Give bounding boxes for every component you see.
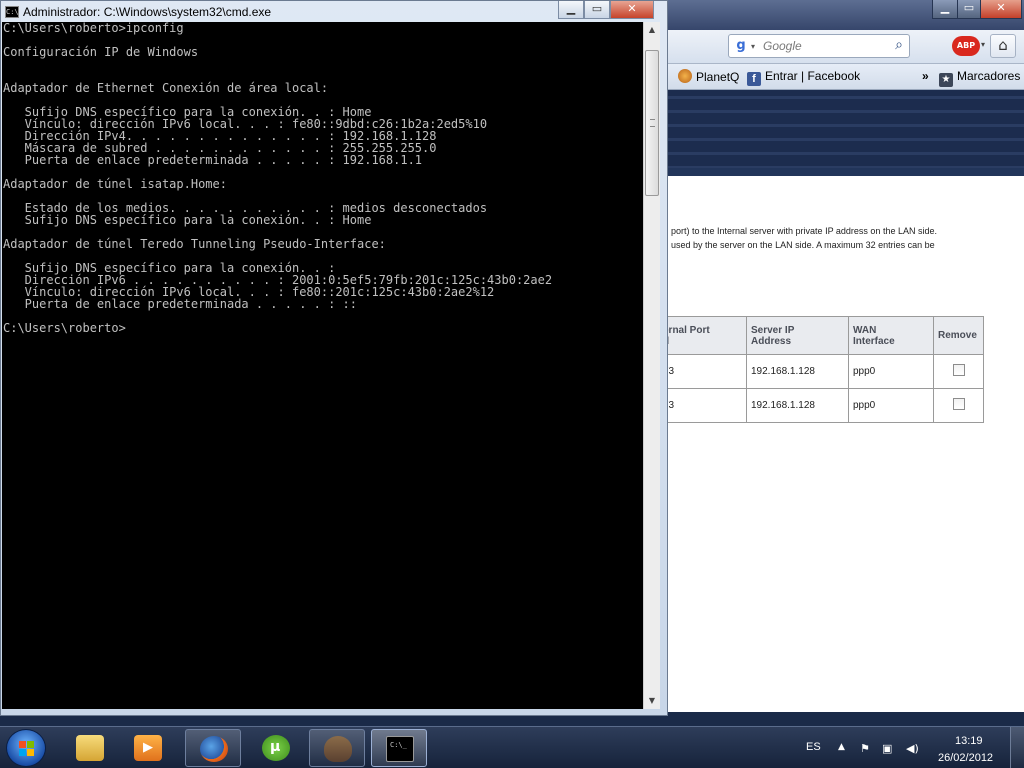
console-line: Adaptador de túnel isatap.Home:	[3, 177, 227, 191]
column-header-internal-port: ernal Portd	[658, 316, 747, 355]
volume-icon[interactable]: ◀)	[906, 742, 919, 755]
clock-date[interactable]: 26/02/2012	[938, 752, 993, 764]
console-line: Puerta de enlace predeterminada . . . . …	[3, 297, 358, 311]
taskbar-item-utorrent[interactable]: µ	[248, 729, 304, 767]
home-button[interactable]: ⌂	[990, 34, 1016, 58]
console-line: Puerta de enlace predeterminada . . . . …	[3, 153, 423, 167]
cell-server-ip: 192.168.1.128	[746, 354, 849, 389]
google-icon[interactable]: g	[733, 38, 749, 54]
console-output[interactable]: C:\Users\roberto>ipconfig Configuración I…	[2, 22, 643, 709]
cell-remove	[933, 388, 984, 423]
remove-checkbox[interactable]	[952, 364, 965, 376]
cmd-maximize-button[interactable]: ▭	[584, 1, 610, 19]
table-row: 73 192.168.1.128 ppp0	[658, 388, 984, 423]
show-desktop-button[interactable]	[1010, 727, 1024, 768]
facebook-icon: f	[747, 72, 761, 86]
folder-icon	[76, 735, 104, 761]
show-hidden-icons-icon[interactable]: ▲	[838, 742, 845, 752]
cell-server-ip: 192.168.1.128	[746, 388, 849, 423]
emule-icon	[324, 736, 352, 762]
description-line-2: used by the server on the LAN side. A ma…	[671, 240, 935, 250]
cmd-minimize-button[interactable]: ▁	[558, 1, 584, 19]
bookmarks-menu-button[interactable]: ★ Marcadores	[939, 69, 1020, 87]
taskbar: ▶ µ C:\_ ES ▲ ⚑ ▣ ◀) 13:19 26/02/2012	[0, 726, 1024, 768]
table-header-row: ernal Portd Server IPAddress WANInterfac…	[658, 316, 984, 355]
scroll-up-arrow-icon[interactable]: ▲	[644, 22, 660, 38]
cmd-icon: C:\_	[386, 736, 414, 762]
bookmark-label: Entrar | Facebook	[765, 69, 861, 83]
media-player-icon: ▶	[134, 735, 162, 761]
close-button[interactable]: ✕	[980, 0, 1022, 19]
column-header-server-ip: Server IP Address	[746, 316, 849, 355]
cmd-close-button[interactable]: ✕	[610, 1, 654, 19]
console-line: Adaptador de túnel Teredo Tunneling Pseu…	[3, 237, 386, 251]
firefox-title-bar[interactable]: ▁ ▭ ✕	[668, 0, 1024, 30]
search-input[interactable]: Google	[763, 39, 802, 53]
grip-icon	[650, 119, 655, 127]
planetq-icon	[678, 69, 692, 83]
console-line: Configuración IP de Windows	[3, 45, 199, 59]
bookmark-facebook[interactable]: f Entrar | Facebook	[747, 69, 860, 86]
search-box[interactable]: g ▾ Google ⌕	[728, 34, 910, 58]
description-line-1: port) to the Internal server with privat…	[671, 226, 937, 236]
console-line: C:\Users\roberto>	[3, 321, 126, 335]
taskbar-item-emule[interactable]	[309, 729, 365, 767]
cell-remove	[933, 354, 984, 389]
bookmark-planetq[interactable]: PlanetQ	[678, 69, 739, 84]
console-scrollbar[interactable]: ▲ ▼	[643, 22, 660, 709]
taskbar-item-explorer[interactable]	[62, 729, 118, 767]
virtual-server-table: ernal Portd Server IPAddress WANInterfac…	[658, 316, 984, 423]
cmd-icon[interactable]: C:\	[5, 6, 19, 18]
minimize-button[interactable]: ▁	[932, 0, 958, 19]
column-header-wan-interface: WAN Interface	[848, 316, 934, 355]
maximize-button[interactable]: ▭	[957, 0, 981, 19]
cmd-window[interactable]: C:\ Administrador: C:\Windows\system32\c…	[0, 0, 668, 716]
adblock-plus-button[interactable]: ABP	[952, 36, 980, 56]
console-line: Adaptador de Ethernet Conexión de área l…	[3, 81, 329, 95]
bookmarks-overflow-button[interactable]: »	[922, 69, 929, 83]
clock-time[interactable]: 13:19	[955, 735, 983, 747]
search-engine-dropdown-icon[interactable]: ▾	[751, 42, 755, 51]
taskbar-item-cmd[interactable]: C:\_	[371, 729, 427, 767]
scrollbar-thumb[interactable]	[645, 50, 659, 196]
utorrent-icon: µ	[262, 735, 290, 761]
remove-checkbox[interactable]	[952, 398, 965, 410]
cell-wan: ppp0	[848, 354, 934, 389]
console-line: C:\Users\roberto>ipconfig	[3, 22, 184, 35]
network-icon[interactable]: ▣	[882, 742, 892, 755]
action-center-flag-icon[interactable]: ⚑	[860, 742, 870, 755]
bookmarks-star-icon: ★	[939, 73, 953, 87]
column-header-remove: Remove	[933, 316, 984, 355]
bookmarks-menu-label: Marcadores	[957, 69, 1021, 83]
taskbar-item-media-player[interactable]: ▶	[120, 729, 176, 767]
cell-port: 73	[658, 354, 747, 389]
console-text: C:\Users\roberto>ipconfig Configuración I…	[3, 22, 552, 334]
firefox-icon	[200, 736, 228, 762]
taskbar-item-firefox[interactable]	[185, 729, 241, 767]
windows-logo-icon	[19, 741, 35, 757]
cell-wan: ppp0	[848, 388, 934, 423]
page-header-banner	[668, 90, 1024, 176]
abp-dropdown-icon[interactable]: ▾	[981, 40, 985, 49]
table-row: 73 192.168.1.128 ppp0	[658, 354, 984, 389]
start-button[interactable]	[6, 729, 46, 767]
cell-port: 73	[658, 388, 747, 423]
search-icon[interactable]: ⌕	[895, 37, 903, 53]
home-icon: ⌂	[998, 36, 1008, 54]
language-indicator[interactable]: ES	[806, 741, 821, 753]
cmd-window-title: Administrador: C:\Windows\system32\cmd.e…	[23, 5, 272, 19]
bookmark-label: PlanetQ	[696, 70, 740, 84]
scroll-down-arrow-icon[interactable]: ▼	[644, 693, 660, 709]
console-line: Sufijo DNS específico para la conexión. …	[3, 213, 372, 227]
